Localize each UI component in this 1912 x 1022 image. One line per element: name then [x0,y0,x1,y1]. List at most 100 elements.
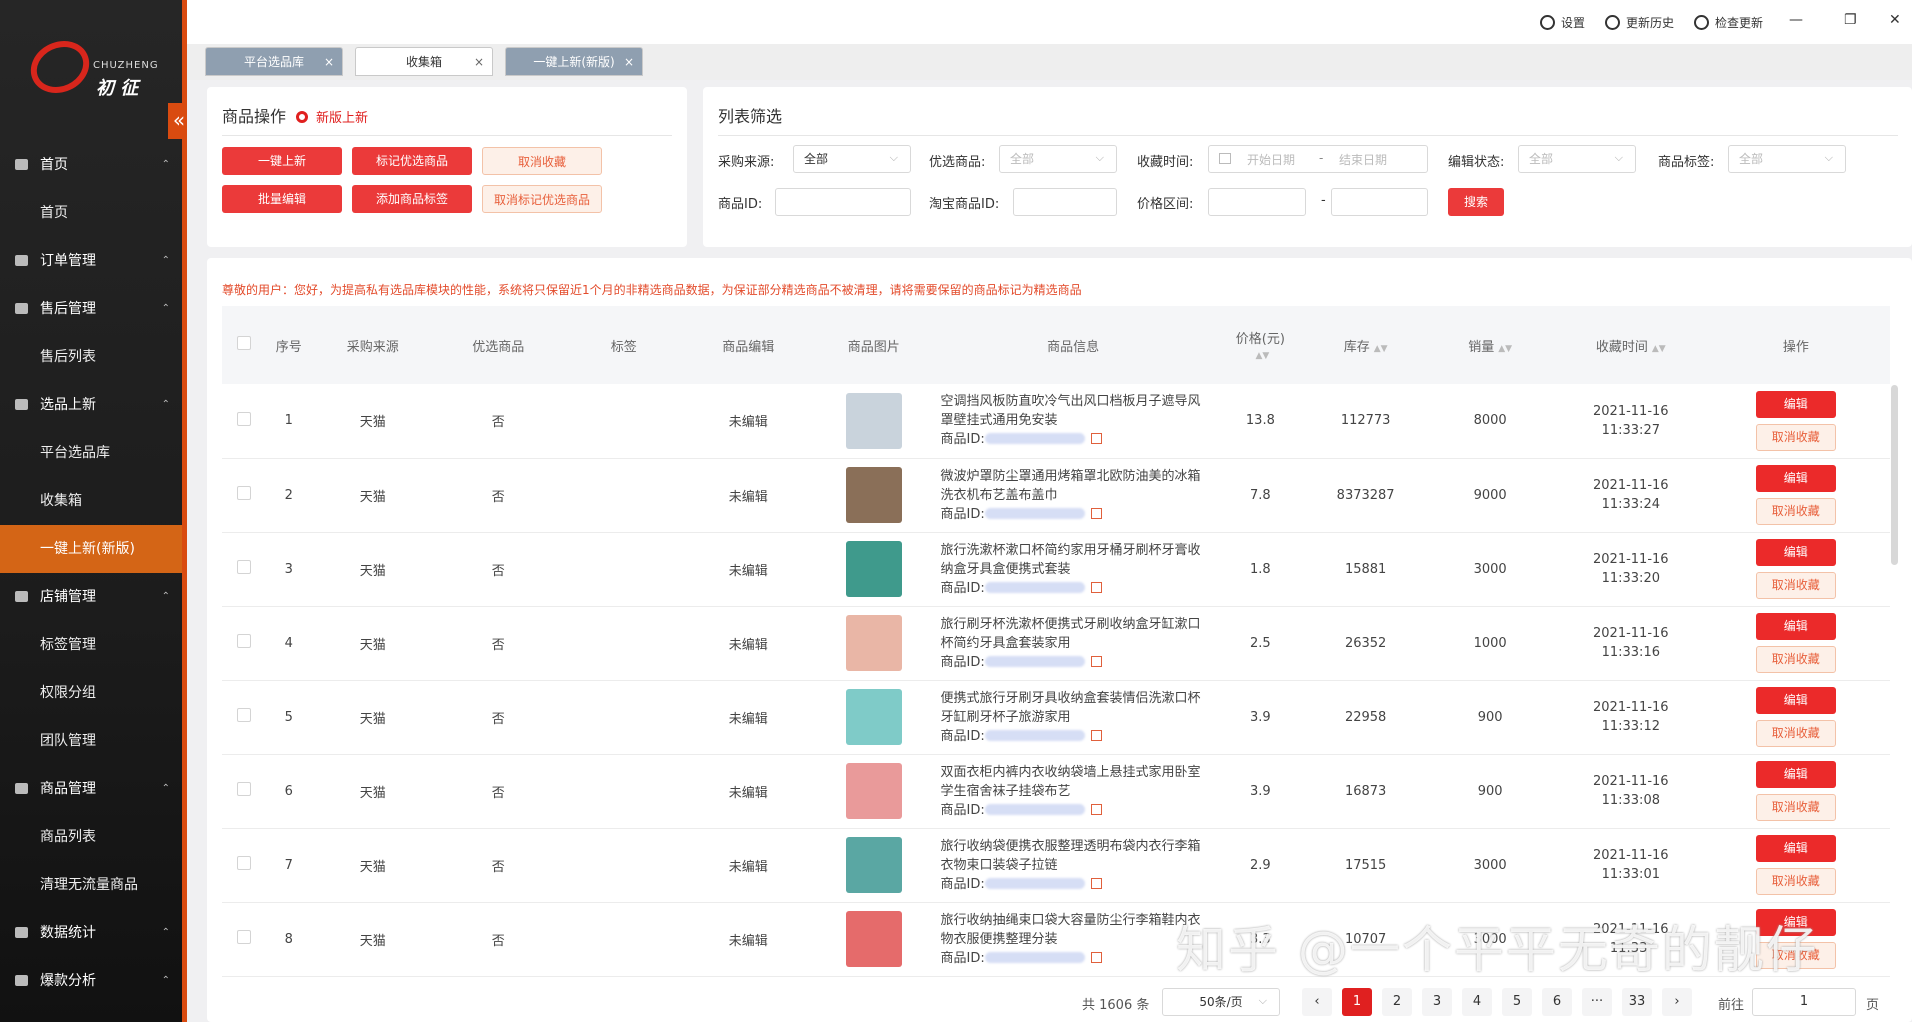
page-button[interactable]: 6 [1542,988,1572,1016]
copy-icon[interactable] [1090,729,1102,741]
unmark-preferred-button[interactable]: 取消标记优选商品 [482,185,602,213]
copy-icon[interactable] [1090,507,1102,519]
page-button[interactable]: 3 [1422,988,1452,1016]
sidebar-item[interactable]: 平台选品库 [0,429,182,477]
settings-button[interactable]: 设置 [1540,14,1585,31]
sidebar-item[interactable]: 爆款分析 ⌃ [0,957,182,1005]
edit-button[interactable]: 编辑 [1755,835,1836,862]
collapse-sidebar-button[interactable]: « [168,103,187,139]
price-min-input[interactable] [1208,188,1306,216]
product-thumbnail[interactable] [845,615,902,671]
edit-status-select[interactable]: 全部 ⌵ [1518,145,1636,173]
tag-select[interactable]: 全部 ⌵ [1728,145,1846,173]
page-button[interactable]: 2 [1382,988,1412,1016]
prev-page-button[interactable]: ‹ [1302,988,1332,1016]
tab-collection-box[interactable]: 收集箱 × [355,47,493,76]
sidebar-item[interactable]: 数据统计 ⌃ [0,909,182,957]
row-checkbox[interactable] [237,411,252,426]
product-thumbnail[interactable] [845,689,902,745]
product-thumbnail[interactable] [845,837,902,893]
close-icon[interactable]: × [474,48,484,76]
tab-platform-library[interactable]: 平台选品库 × [205,47,343,76]
close-icon[interactable]: × [624,48,634,76]
product-title[interactable]: 便携式旅行牙刷牙具收纳盒套装情侣洗漱口杯牙缸刷牙杯子旅游家用 [941,689,1210,727]
sort-icon[interactable]: ▲▼ [1255,351,1269,361]
sort-icon[interactable]: ▲▼ [1498,344,1512,354]
col-price[interactable]: 价格(元) ▲▼ [1209,306,1311,384]
next-page-button[interactable]: › [1662,988,1692,1016]
close-window-button[interactable]: ✕ [1889,12,1901,28]
source-select[interactable]: 全部 ⌵ [793,145,911,173]
edit-button[interactable]: 编辑 [1755,687,1836,714]
table-row[interactable]: 7 天猫否 未编辑 旅行收纳袋便携衣服整理透明布袋内衣行李箱衣物束口装袋子拉链 商品ID… [222,828,1890,903]
table-row[interactable]: 6 天猫否 未编辑 双面衣柜内裤内衣收纳袋墙上悬挂式家用卧室学生宿舍袜子挂袋布艺 商品I… [222,754,1890,829]
row-checkbox[interactable] [237,634,252,648]
product-thumbnail[interactable] [845,392,902,449]
tab-one-click-new[interactable]: 一键上新(新版) × [505,47,643,76]
restore-button[interactable]: ❐ [1844,12,1857,28]
cancel-collect-row-button[interactable]: 取消收藏 [1755,498,1836,525]
row-checkbox[interactable] [237,486,252,500]
add-tag-button[interactable]: 添加商品标签 [352,185,472,213]
cancel-collect-row-button[interactable]: 取消收藏 [1755,423,1836,451]
row-checkbox[interactable] [237,856,252,870]
copy-icon[interactable] [1090,581,1102,593]
row-checkbox[interactable] [237,782,252,796]
sidebar-item[interactable]: 商品管理 ⌃ [0,765,182,813]
copy-icon[interactable] [1090,433,1102,445]
product-id-input[interactable] [775,188,911,216]
page-size-select[interactable]: 50条/页 ⌵ [1162,988,1280,1016]
edit-button[interactable]: 编辑 [1755,613,1836,640]
sidebar-item[interactable]: 标签管理 [0,621,182,669]
edit-button[interactable]: 编辑 [1755,539,1836,566]
one-click-new-button[interactable]: 一键上新 [222,147,342,175]
edit-button[interactable]: 编辑 [1755,465,1836,492]
product-title[interactable]: 空调挡风板防直吹冷气出风口档板月子遮导风罩壁挂式通用免安装 [941,392,1210,430]
product-title[interactable]: 微波炉罩防尘罩通用烤箱罩北欧防油美的冰箱洗衣机布艺盖布盖巾 [941,467,1210,505]
page-button[interactable]: 33 [1622,988,1652,1016]
select-all-checkbox[interactable] [237,336,252,350]
edit-button[interactable]: 编辑 [1755,761,1836,788]
table-row[interactable]: 2 天猫否 未编辑 微波炉罩防尘罩通用烤箱罩北欧防油美的冰箱洗衣机布艺盖布盖巾 商品ID… [222,458,1890,533]
page-button[interactable]: 1 [1342,988,1372,1016]
table-row[interactable]: 5 天猫否 未编辑 便携式旅行牙刷牙具收纳盒套装情侣洗漱口杯牙缸刷牙杯子旅游家用 商品I… [222,680,1890,755]
page-button[interactable]: 5 [1502,988,1532,1016]
cancel-collect-row-button[interactable]: 取消收藏 [1755,646,1836,673]
sidebar-item[interactable]: 售后列表 [0,333,182,381]
date-range-picker[interactable]: 开始日期 - 结束日期 [1208,145,1428,173]
update-history-button[interactable]: 更新历史 [1605,14,1674,31]
new-version-label[interactable]: 新版上新 [316,111,368,126]
table-row[interactable]: 4 天猫否 未编辑 旅行刷牙杯洗漱杯便携式牙刷收纳盒牙缸漱口杯简约牙具盒套装家用 商品I… [222,606,1890,681]
product-title[interactable]: 旅行洗漱杯漱口杯简约家用牙桶牙刷杯牙膏收纳盒牙具盒便携式套装 [941,541,1210,579]
product-thumbnail[interactable] [845,911,902,967]
cancel-collect-row-button[interactable]: 取消收藏 [1755,720,1836,747]
preferred-select[interactable]: 全部 ⌵ [999,145,1117,173]
sidebar-item[interactable]: 团队管理 [0,717,182,765]
sidebar-item[interactable]: 店铺管理 ⌃ [0,573,182,621]
page-button[interactable]: ··· [1582,988,1612,1016]
cancel-collect-row-button[interactable]: 取消收藏 [1755,868,1836,895]
sidebar-item[interactable]: 售后管理 ⌃ [0,285,182,333]
product-title[interactable]: 旅行刷牙杯洗漱杯便携式牙刷收纳盒牙缸漱口杯简约牙具盒套装家用 [941,615,1210,653]
page-button[interactable]: 4 [1462,988,1492,1016]
minimize-button[interactable]: — [1789,12,1803,28]
product-thumbnail[interactable] [845,541,902,597]
product-title[interactable]: 旅行收纳袋便携衣服整理透明布袋内衣行李箱衣物束口装袋子拉链 [941,837,1210,875]
copy-icon[interactable] [1090,877,1102,889]
sidebar-item[interactable]: 收集箱 [0,477,182,525]
table-row[interactable]: 1 天猫否 未编辑 空调挡风板防直吹冷气出风口档板月子遮导风罩壁挂式通用免安装 商品ID… [222,384,1890,459]
sidebar-item[interactable]: 一键上新(新版) [0,525,182,573]
search-button[interactable]: 搜索 [1448,188,1504,216]
product-thumbnail[interactable] [845,467,902,523]
price-max-input[interactable] [1331,188,1428,216]
check-update-button[interactable]: 检查更新 [1694,14,1763,31]
row-checkbox[interactable] [237,560,252,574]
col-stock[interactable]: 库存 ▲▼ [1310,306,1421,384]
mark-preferred-button[interactable]: 标记优选商品 [352,147,472,175]
product-title[interactable]: 双面衣柜内裤内衣收纳袋墙上悬挂式家用卧室学生宿舍袜子挂袋布艺 [941,763,1210,801]
batch-edit-button[interactable]: 批量编辑 [222,185,342,213]
cancel-collect-row-button[interactable]: 取消收藏 [1755,794,1836,821]
taobao-id-input[interactable] [1013,188,1117,216]
edit-button[interactable]: 编辑 [1755,390,1836,418]
cancel-collect-row-button[interactable]: 取消收藏 [1755,572,1836,599]
